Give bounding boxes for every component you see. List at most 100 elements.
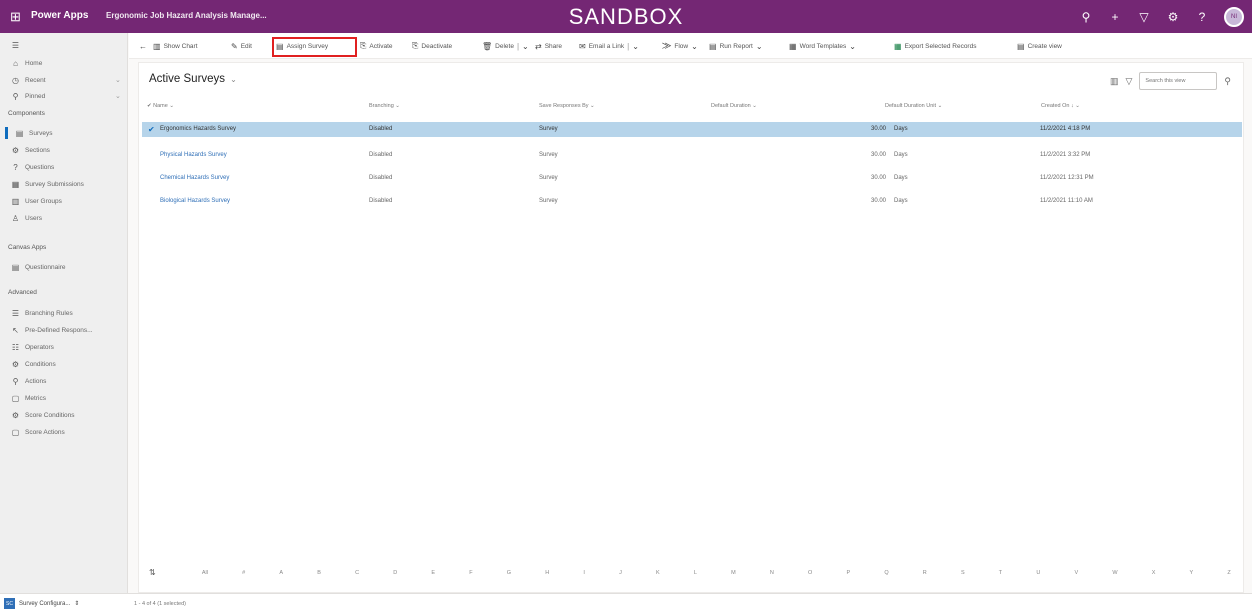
nav-users[interactable]: ♙ Users <box>11 210 42 226</box>
column-header-duration-unit[interactable]: Default Duration Unit ⌄ <box>885 103 942 118</box>
nav-questions[interactable]: ? Questions <box>11 159 54 175</box>
alpha-e[interactable]: E <box>431 570 435 576</box>
alpha-z[interactable]: Z <box>1227 570 1230 576</box>
select-all-check[interactable]: ✔ <box>147 103 152 109</box>
alpha-y[interactable]: Y <box>1190 570 1194 576</box>
column-header-name[interactable]: ✔ Name ⌄ <box>147 103 174 118</box>
nav-toggle[interactable]: ☰ <box>11 37 20 53</box>
nav-actions[interactable]: ⚲ Actions <box>11 373 47 389</box>
column-header-default-duration[interactable]: Default Duration ⌄ <box>711 103 757 118</box>
nav-user-groups[interactable]: ▥ User Groups <box>11 193 62 209</box>
nav-home[interactable]: ⌂ Home <box>11 55 42 71</box>
nav-questionnaire[interactable]: ▤ Questionnaire <box>11 259 66 275</box>
alpha-v[interactable]: V <box>1074 570 1078 576</box>
nav-recent[interactable]: ◷ Recent ⌄ <box>11 72 121 88</box>
chevron-down-icon[interactable]: ⌄ <box>115 76 121 84</box>
cell-save-by: Survey <box>539 152 558 158</box>
table-row[interactable]: ✔ Ergonomics Hazards Survey Disabled Sur… <box>142 122 1242 137</box>
nav-score-conditions[interactable]: ⚙ Score Conditions <box>11 407 75 423</box>
alpha-g[interactable]: G <box>507 570 511 576</box>
nav-surveys-label: Surveys <box>29 129 53 137</box>
alpha-q[interactable]: Q <box>884 570 888 576</box>
email-link-button[interactable]: ✉ Email a Link | ⌄ <box>579 39 639 53</box>
alpha-k[interactable]: K <box>656 570 660 576</box>
nav-metrics[interactable]: ▢ Metrics <box>11 390 46 406</box>
assign-survey-button[interactable]: ▤ Assign Survey <box>276 39 328 53</box>
edit-button[interactable]: ✎ Edit <box>231 39 252 53</box>
area-switcher[interactable]: SC Survey Configura... ⇕ <box>4 598 79 609</box>
alpha-m[interactable]: M <box>731 570 736 576</box>
share-button[interactable]: ⇄ Share <box>535 39 562 53</box>
table-row[interactable]: Biological Hazards Survey Disabled Surve… <box>142 194 1242 209</box>
nav-pinned[interactable]: ⚲ Pinned ⌄ <box>11 88 121 104</box>
settings-icon[interactable]: ⚙ <box>1166 10 1180 24</box>
nav-surveys[interactable]: ▤ Surveys <box>5 125 52 141</box>
run-report-button[interactable]: ▤ Run Report ⌄ <box>709 39 763 53</box>
row-checkbox[interactable]: ✔ <box>148 125 155 134</box>
chevron-down-icon[interactable]: ⌄ <box>115 92 121 100</box>
column-header-save-responses[interactable]: Save Responses By ⌄ <box>539 103 595 118</box>
alpha-r[interactable]: R <box>923 570 927 576</box>
filter-icon[interactable]: ▽ <box>1125 76 1132 87</box>
help-icon[interactable]: ? <box>1195 10 1209 24</box>
edit-columns-icon[interactable]: ▥ <box>1110 76 1119 87</box>
view-selector[interactable]: Active Surveys ⌄ <box>149 73 237 85</box>
plus-icon[interactable]: + <box>1108 10 1122 24</box>
jump-bar-icon[interactable]: ⇅ <box>149 568 156 577</box>
chevron-down-icon[interactable]: ⌄ <box>632 42 639 51</box>
alpha-p[interactable]: P <box>846 570 850 576</box>
flow-button[interactable]: ⨠ Flow ⌄ <box>662 39 698 53</box>
nav-sections[interactable]: ⚙ Sections <box>11 142 50 158</box>
nav-branching-rules[interactable]: ☰ Branching Rules <box>11 305 73 321</box>
table-row[interactable]: Chemical Hazards Survey Disabled Survey … <box>142 171 1242 186</box>
alpha-i[interactable]: I <box>583 570 585 576</box>
alpha-n[interactable]: N <box>770 570 774 576</box>
nav-conditions[interactable]: ⚙ Conditions <box>11 356 56 372</box>
activate-button[interactable]: ⎘ Activate <box>360 39 393 53</box>
alpha-w[interactable]: W <box>1112 570 1117 576</box>
alpha-d[interactable]: D <box>393 570 397 576</box>
app-name[interactable]: Ergonomic Job Hazard Analysis Manage... <box>106 11 267 20</box>
column-header-created-on[interactable]: Created On ↓ ⌄ <box>1041 103 1080 118</box>
column-header-branching[interactable]: Branching ⌄ <box>369 103 400 118</box>
alpha-o[interactable]: O <box>808 570 812 576</box>
filter-icon[interactable]: ▽ <box>1137 10 1151 24</box>
alpha-l[interactable]: L <box>694 570 697 576</box>
back-button[interactable]: ← <box>139 39 147 53</box>
chevron-down-icon[interactable]: ⌄ <box>522 42 529 51</box>
alpha-all[interactable]: All <box>202 570 208 576</box>
alpha-u[interactable]: U <box>1036 570 1040 576</box>
area-name: Survey Configura... <box>19 600 71 607</box>
alpha-c[interactable]: C <box>355 570 359 576</box>
nav-survey-submissions[interactable]: ▦ Survey Submissions <box>11 176 84 192</box>
delete-button[interactable]: 🗑 Delete | ⌄ <box>482 39 529 53</box>
cell-name[interactable]: Chemical Hazards Survey <box>160 175 229 181</box>
nav-operators[interactable]: ☷ Operators <box>11 339 54 355</box>
search-icon[interactable]: ⚲ <box>1079 10 1093 24</box>
show-chart-button[interactable]: ▥ Show Chart <box>153 39 198 53</box>
search-input[interactable] <box>1139 72 1218 90</box>
export-selected-button[interactable]: ▦ Export Selected Records <box>894 39 976 53</box>
create-view-button[interactable]: ▤ Create view <box>1017 39 1062 53</box>
alpha-b[interactable]: B <box>317 570 321 576</box>
alpha-j[interactable]: J <box>619 570 622 576</box>
alpha-t[interactable]: T <box>999 570 1002 576</box>
word-templates-button[interactable]: ▦ Word Templates ⌄ <box>789 39 856 53</box>
alpha-x[interactable]: X <box>1152 570 1156 576</box>
alpha-hash[interactable]: # <box>242 570 245 576</box>
alpha-f[interactable]: F <box>469 570 472 576</box>
nav-predefined-responses[interactable]: ↖ Pre-Defined Respons... <box>11 322 92 338</box>
search-icon[interactable]: ⚲ <box>1224 76 1231 87</box>
cell-name[interactable]: Ergonomics Hazards Survey <box>160 126 236 132</box>
nav-score-actions[interactable]: ▢ Score Actions <box>11 424 65 440</box>
deactivate-button[interactable]: ⎘ Deactivate <box>412 39 452 53</box>
alpha-s[interactable]: S <box>961 570 965 576</box>
cell-name[interactable]: Biological Hazards Survey <box>160 198 230 204</box>
cell-name[interactable]: Physical Hazards Survey <box>160 152 227 158</box>
alpha-h[interactable]: H <box>545 570 549 576</box>
brand-label[interactable]: Power Apps <box>31 10 88 21</box>
waffle-icon[interactable]: ⊞ <box>10 9 21 25</box>
table-row[interactable]: Physical Hazards Survey Disabled Survey … <box>142 148 1242 163</box>
avatar[interactable]: NI <box>1224 7 1244 27</box>
alpha-a[interactable]: A <box>279 570 283 576</box>
